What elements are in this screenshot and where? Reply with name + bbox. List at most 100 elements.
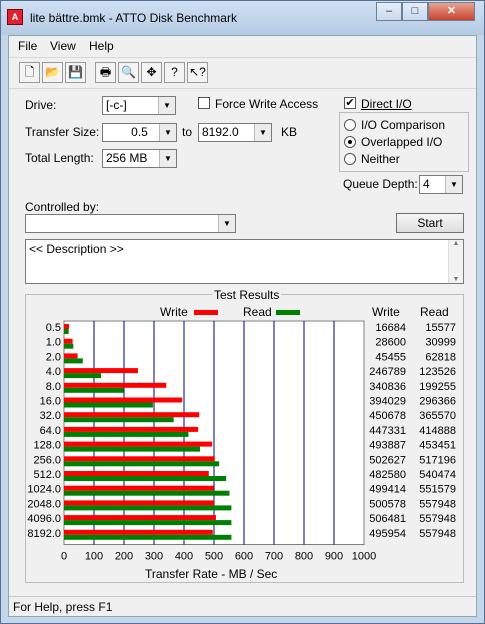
write-bar bbox=[64, 515, 216, 521]
window-title: lite bättre.bmk - ATTO Disk Benchmark bbox=[30, 11, 237, 25]
read-bar bbox=[64, 505, 232, 511]
write-value: 246789 bbox=[369, 366, 406, 378]
y-tick-label: 0.5 bbox=[46, 322, 61, 334]
y-tick-label: 512.0 bbox=[33, 469, 61, 481]
app-window: A lite bättre.bmk - ATTO Disk Benchmark … bbox=[0, 0, 485, 624]
x-tick-label: 200 bbox=[115, 551, 133, 563]
write-value: 482580 bbox=[369, 469, 406, 481]
write-bar bbox=[64, 338, 73, 344]
x-tick-label: 0 bbox=[61, 551, 67, 563]
write-bar bbox=[64, 529, 213, 535]
y-tick-label: 1024.0 bbox=[27, 484, 61, 496]
write-value: 28600 bbox=[375, 337, 406, 349]
y-tick-label: 1.0 bbox=[46, 337, 61, 349]
write-value: 447331 bbox=[369, 425, 406, 437]
write-bar bbox=[64, 382, 167, 388]
read-value: 517196 bbox=[419, 454, 456, 466]
y-tick-label: 8192.0 bbox=[27, 528, 61, 540]
read-value: 557948 bbox=[419, 498, 456, 510]
read-bar bbox=[64, 446, 201, 452]
write-bar bbox=[64, 397, 183, 403]
write-bar bbox=[64, 456, 215, 462]
read-value: 414888 bbox=[419, 425, 456, 437]
atto-logo-icon[interactable]: A bbox=[7, 9, 23, 25]
write-bar bbox=[64, 485, 214, 491]
x-tick-label: 1000 bbox=[352, 551, 376, 563]
write-bar bbox=[64, 471, 209, 476]
x-tick-label: 700 bbox=[265, 551, 283, 563]
write-bar bbox=[64, 426, 199, 432]
x-tick-label: 500 bbox=[205, 551, 223, 563]
write-value: 493887 bbox=[369, 440, 406, 452]
read-bar bbox=[64, 402, 153, 408]
x-tick-label: 800 bbox=[295, 551, 313, 563]
read-value: 62818 bbox=[425, 351, 456, 363]
read-bar bbox=[64, 417, 174, 423]
y-tick-label: 2.0 bbox=[46, 351, 61, 363]
minimize-button[interactable]: – bbox=[376, 2, 402, 21]
x-tick-label: 100 bbox=[85, 551, 103, 563]
write-bar bbox=[64, 353, 78, 359]
y-tick-label: 32.0 bbox=[40, 410, 61, 422]
write-value: 394029 bbox=[369, 396, 406, 408]
write-bar bbox=[64, 412, 200, 418]
x-axis-label: Transfer Rate - MB / Sec bbox=[145, 567, 278, 581]
read-bar bbox=[64, 329, 69, 334]
write-bar bbox=[64, 500, 215, 506]
read-bar bbox=[64, 431, 189, 437]
write-value: 500578 bbox=[369, 498, 406, 510]
write-value: 502627 bbox=[369, 454, 406, 466]
write-value: 499414 bbox=[369, 484, 406, 496]
read-value: 199255 bbox=[419, 381, 456, 393]
read-value: 540474 bbox=[419, 469, 456, 481]
x-tick-label: 600 bbox=[235, 551, 253, 563]
status-bar: For Help, press F1 bbox=[9, 596, 476, 617]
read-bar bbox=[64, 373, 102, 379]
read-value: 15577 bbox=[425, 322, 456, 334]
transfer-rate-chart: 0 100 200 300 400 500 600 700 800 900 1000 0.5 16684… bbox=[27, 320, 456, 563]
read-bar bbox=[64, 490, 230, 496]
y-tick-label: 128.0 bbox=[33, 440, 61, 452]
read-value: 557948 bbox=[419, 513, 456, 525]
y-tick-label: 4096.0 bbox=[27, 513, 61, 525]
write-value: 450678 bbox=[369, 410, 406, 422]
read-bar bbox=[64, 476, 227, 481]
client-area: File View Help 🗋 📂 💾 🖶 🔍 ✥ ? ↖? Drive: [… bbox=[8, 35, 477, 617]
read-bar bbox=[64, 343, 74, 349]
write-value: 495954 bbox=[369, 528, 406, 540]
y-tick-label: 4.0 bbox=[46, 366, 61, 378]
write-bar bbox=[64, 324, 70, 329]
maximize-button[interactable]: □ bbox=[402, 2, 428, 21]
close-icon: ✕ bbox=[446, 5, 457, 17]
write-value: 340836 bbox=[369, 381, 406, 393]
write-bar bbox=[64, 441, 213, 447]
read-value: 30999 bbox=[425, 337, 456, 349]
close-button[interactable]: ✕ bbox=[428, 2, 475, 21]
y-tick-label: 2048.0 bbox=[27, 498, 61, 510]
write-bar bbox=[64, 368, 139, 374]
read-bar bbox=[64, 358, 83, 364]
y-tick-label: 64.0 bbox=[40, 425, 61, 437]
x-tick-label: 900 bbox=[325, 551, 343, 563]
y-tick-label: 8.0 bbox=[46, 381, 61, 393]
read-value: 453451 bbox=[419, 440, 456, 452]
read-bar bbox=[64, 387, 124, 393]
read-value: 365570 bbox=[419, 410, 456, 422]
read-bar bbox=[64, 461, 220, 467]
read-bar bbox=[64, 534, 232, 540]
read-value: 557948 bbox=[419, 528, 456, 540]
read-value: 296366 bbox=[419, 396, 456, 408]
write-value: 45455 bbox=[375, 351, 406, 363]
title-bar[interactable]: A lite bättre.bmk - ATTO Disk Benchmark … bbox=[1, 1, 484, 35]
write-value: 506481 bbox=[369, 513, 406, 525]
status-text: For Help, press F1 bbox=[13, 600, 113, 614]
write-value: 16684 bbox=[375, 322, 406, 334]
y-tick-label: 16.0 bbox=[40, 396, 61, 408]
maximize-icon: □ bbox=[411, 5, 419, 17]
minimize-icon: – bbox=[385, 5, 393, 17]
read-value: 551579 bbox=[419, 484, 456, 496]
read-value: 123526 bbox=[419, 366, 456, 378]
x-tick-label: 400 bbox=[175, 551, 193, 563]
y-tick-label: 256.0 bbox=[33, 454, 61, 466]
x-tick-label: 300 bbox=[145, 551, 163, 563]
